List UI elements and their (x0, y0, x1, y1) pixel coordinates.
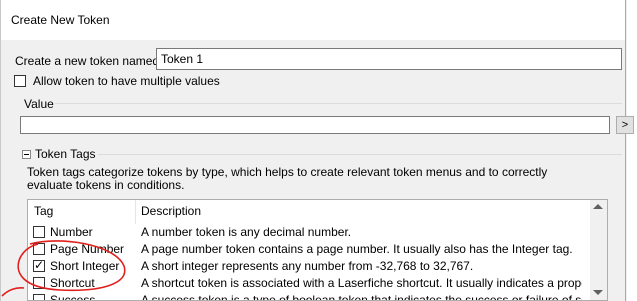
title-bar[interactable]: Create New Token (1, 0, 625, 40)
scroll-down-icon[interactable] (593, 290, 603, 295)
tag-description: A success token is a type of boolean tok… (141, 293, 582, 301)
token-name-input[interactable] (157, 49, 621, 69)
column-header-tag[interactable]: Tag (34, 204, 53, 218)
tag-name: Shortcut (50, 276, 95, 290)
column-header-description[interactable]: Description (141, 204, 201, 218)
window-title: Create New Token (11, 13, 110, 27)
tag-name: Page Number (50, 242, 125, 256)
background-window (627, 0, 637, 301)
tag-description: A shortcut token is associated with a La… (141, 276, 582, 290)
value-group-label: Value (24, 97, 54, 111)
column-divider[interactable] (135, 200, 136, 224)
tag-description: A number token is any decimal number. (141, 225, 352, 239)
checkmark-icon: ✓ (34, 258, 45, 272)
tag-name: Number (50, 225, 93, 239)
value-field[interactable] (20, 116, 610, 134)
tag-list[interactable]: Tag Description Number A number token is… (27, 199, 608, 301)
tag-name: Short Integer (50, 259, 120, 273)
table-row[interactable]: Shortcut A shortcut token is associated … (28, 275, 584, 291)
tag-checkbox[interactable]: ✓ (33, 258, 45, 272)
tags-description: Token tags categorize tokens by type, wh… (27, 165, 548, 192)
token-name-field[interactable] (156, 48, 622, 70)
tag-checkbox[interactable] (33, 226, 45, 238)
tag-checkbox[interactable] (33, 277, 45, 289)
insert-token-button[interactable]: > (616, 116, 634, 134)
table-row[interactable]: ✓ Short Integer A short integer represen… (28, 258, 584, 274)
multiple-values-checkbox[interactable] (14, 75, 26, 87)
value-group-line (55, 103, 622, 104)
tag-checkbox[interactable] (33, 294, 45, 300)
tags-group-label: Token Tags (35, 147, 96, 161)
multiple-values-label: Allow token to have multiple values (33, 74, 220, 88)
tag-description: A page number token contains a page numb… (141, 242, 573, 256)
table-row[interactable]: Success A success token is a type of boo… (28, 292, 584, 301)
value-input[interactable] (21, 117, 609, 133)
vertical-scrollbar[interactable] (590, 200, 607, 300)
scroll-up-icon[interactable] (593, 204, 603, 209)
tag-name: Success (50, 293, 96, 301)
tag-checkbox[interactable] (33, 243, 45, 255)
table-row[interactable]: Number A number token is any decimal num… (28, 224, 584, 240)
table-row[interactable]: Page Number A page number token contains… (28, 241, 584, 257)
token-name-label: Create a new token named: (15, 54, 163, 68)
dialog-border (625, 0, 626, 301)
collapse-icon[interactable] (22, 150, 31, 159)
tags-group-line (98, 154, 622, 155)
tag-description: A short integer represents any number fr… (141, 259, 474, 273)
